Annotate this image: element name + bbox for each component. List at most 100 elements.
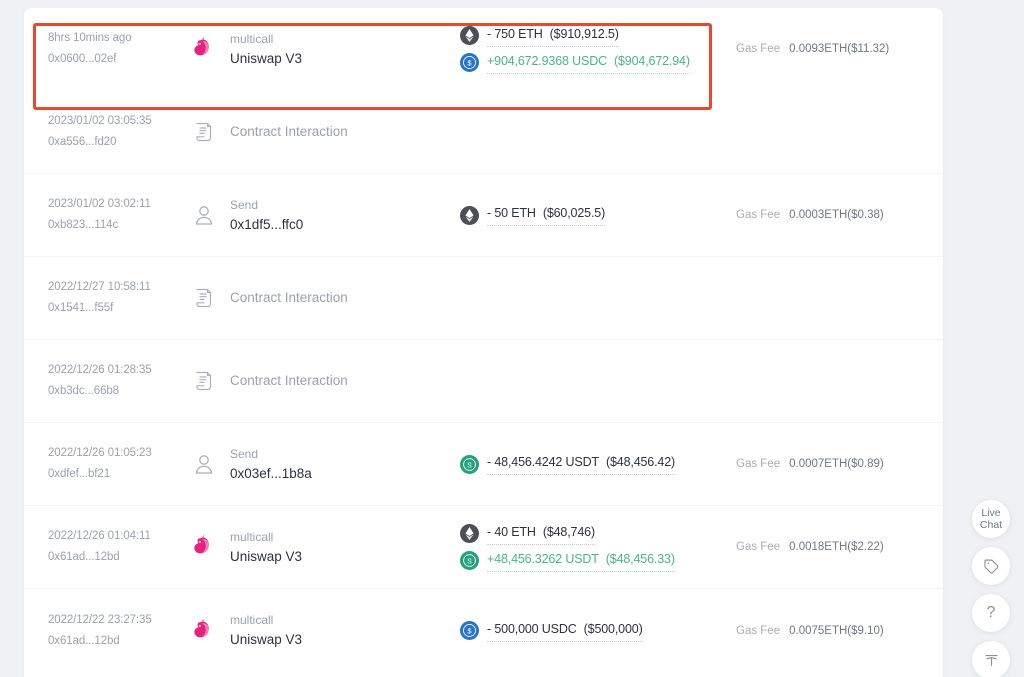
svg-text:S: S — [467, 558, 472, 566]
tx-method-column: multicall Uniswap V3 — [186, 30, 456, 69]
amount-line: S - 48,456.4242 USDT ($48,456.42) — [460, 453, 724, 475]
gas-fee-label: Gas Fee — [736, 458, 780, 470]
tx-time-column: 2022/12/26 01:28:35 0xb3dc...66b8 — [46, 360, 186, 402]
gas-fee-label: Gas Fee — [736, 209, 780, 221]
method-sub-label: Send — [230, 196, 303, 215]
amount-usd-value: ($60,025.5) — [543, 206, 605, 220]
tx-hash[interactable]: 0xdfef...bf21 — [48, 464, 186, 485]
tx-time-column: 2022/12/26 01:05:23 0xdfef...bf21 — [46, 443, 186, 485]
tx-hash[interactable]: 0xa556...fd20 — [48, 132, 186, 153]
tx-amounts-column: - 750 ETH ($910,912.5) $ +904,672.9368 US… — [456, 25, 724, 74]
amount-token-value: +48,456.3262 USDT — [487, 552, 599, 566]
tx-time-column: 2022/12/26 01:04:11 0x61ad...12bd — [46, 526, 186, 568]
table-row[interactable]: 2022/12/22 23:27:35 0x61ad...12bd multic… — [24, 589, 943, 672]
tx-amounts-column: - 40 ETH($48,746) S +48,456.3262 USDT($4… — [456, 523, 724, 572]
method-main-label: 0x1df5...ffc0 — [230, 215, 303, 235]
question-mark-icon: ? — [987, 607, 996, 619]
tx-hash[interactable]: 0xb823...114c — [48, 215, 186, 236]
tx-hash[interactable]: 0x1541...f55f — [48, 298, 186, 319]
amount-token-value: - 500,000 USDC — [487, 622, 577, 636]
uniswap-unicorn-icon — [189, 34, 219, 64]
live-chat-label-line2: Chat — [980, 519, 1002, 531]
scroll-to-top-button[interactable] — [972, 641, 1010, 677]
tx-method-column: Send 0x1df5...ffc0 — [186, 196, 456, 235]
eth-icon — [460, 524, 479, 543]
gas-fee-value: 0.0075ETH($9.10) — [789, 625, 884, 637]
tx-timestamp: 2023/01/02 03:02:11 — [48, 194, 186, 215]
live-chat-label-line1: Live — [981, 507, 1000, 519]
tx-time-column: 2023/01/02 03:05:35 0xa556...fd20 — [46, 111, 186, 153]
amount-usd-value: ($48,456.42) — [606, 455, 675, 469]
uniswap-unicorn-icon — [189, 616, 219, 646]
tx-hash[interactable]: 0x61ad...12bd — [48, 631, 186, 652]
amount-value: - 750 ETH ($910,912.5) — [487, 25, 619, 47]
tx-timestamp: 8hrs 10mins ago — [48, 28, 186, 49]
tx-method-column: Send 0x03ef...1b8a — [186, 445, 456, 484]
live-chat-button[interactable]: Live Chat — [972, 500, 1010, 538]
table-row[interactable]: 2022/12/26 01:05:23 0xdfef...bf21 Send 0… — [24, 423, 943, 506]
amount-value: - 40 ETH($48,746) — [487, 523, 595, 545]
usdc-icon: $ — [460, 53, 479, 72]
tx-time-column: 2022/12/22 23:27:35 0x61ad...12bd — [46, 610, 186, 652]
amount-token-value: - 750 ETH — [487, 27, 543, 41]
gas-fee-value: 0.0018ETH($2.22) — [789, 541, 884, 553]
tx-timestamp: 2022/12/26 01:05:23 — [48, 443, 186, 464]
method-text: multicall Uniswap V3 — [230, 611, 302, 650]
amount-value: +48,456.3262 USDT($48,456.33) — [487, 550, 675, 572]
transaction-rows: 8hrs 10mins ago 0x0600...02ef multicall … — [24, 8, 943, 672]
table-row[interactable]: 2022/12/27 10:58:11 0x1541...f55f Contra… — [24, 257, 943, 340]
amount-token-value: - 48,456.4242 USDT — [487, 455, 599, 469]
amount-line: $ - 500,000 USDC ($500,000) — [460, 620, 724, 642]
tx-timestamp: 2022/12/27 10:58:11 — [48, 277, 186, 298]
amount-token-value: - 50 ETH — [487, 206, 536, 220]
tx-gas-column: Gas Fee 0.0075ETH($9.10) — [724, 625, 921, 637]
amount-usd-value: ($500,000) — [584, 622, 643, 636]
tx-timestamp: 2022/12/26 01:28:35 — [48, 360, 186, 381]
table-row[interactable]: 2023/01/02 03:02:11 0xb823...114c Send 0… — [24, 174, 943, 257]
amount-value: - 48,456.4242 USDT ($48,456.42) — [487, 453, 675, 475]
tx-timestamp: 2022/12/26 01:04:11 — [48, 526, 186, 547]
usdt-icon: S — [460, 551, 479, 570]
usdt-icon: S — [460, 455, 479, 474]
amount-value: +904,672.9368 USDC ($904,672.94) — [487, 52, 690, 74]
tx-time-column: 2022/12/27 10:58:11 0x1541...f55f — [46, 277, 186, 319]
method-sub-label: Send — [230, 445, 312, 464]
method-sub-label: multicall — [230, 528, 302, 547]
method-label: Contract Interaction — [230, 117, 348, 147]
tx-method-column: Contract Interaction — [186, 283, 456, 313]
help-button[interactable]: ? — [972, 594, 1010, 632]
tx-hash[interactable]: 0xb3dc...66b8 — [48, 381, 186, 402]
contract-scroll-icon — [189, 283, 219, 313]
tx-timestamp: 2023/01/02 03:05:35 — [48, 111, 186, 132]
person-icon — [189, 200, 219, 230]
table-row[interactable]: 2022/12/26 01:04:11 0x61ad...12bd multic… — [24, 506, 943, 589]
tx-hash[interactable]: 0x61ad...12bd — [48, 547, 186, 568]
table-row[interactable]: 2022/12/26 01:28:35 0xb3dc...66b8 Contra… — [24, 340, 943, 423]
usdc-icon: $ — [460, 621, 479, 640]
table-row[interactable]: 2023/01/02 03:05:35 0xa556...fd20 Contra… — [24, 91, 943, 174]
tx-time-column: 2023/01/02 03:02:11 0xb823...114c — [46, 194, 186, 236]
tx-hash[interactable]: 0x0600...02ef — [48, 49, 186, 70]
amount-usd-value: ($48,746) — [543, 525, 595, 539]
transaction-list-card: 8hrs 10mins ago 0x0600...02ef multicall … — [24, 8, 943, 677]
amount-usd-value: ($904,672.94) — [614, 54, 690, 68]
amount-line: - 40 ETH($48,746) — [460, 523, 724, 545]
contract-scroll-icon — [189, 366, 219, 396]
method-text: multicall Uniswap V3 — [230, 528, 302, 567]
tag-button[interactable] — [972, 547, 1010, 585]
amount-value: - 50 ETH ($60,025.5) — [487, 204, 605, 226]
method-text: multicall Uniswap V3 — [230, 30, 302, 69]
method-label: Contract Interaction — [230, 366, 348, 396]
tx-time-column: 8hrs 10mins ago 0x0600...02ef — [46, 28, 186, 70]
amount-value: - 500,000 USDC ($500,000) — [487, 620, 643, 642]
amount-usd-value: ($910,912.5) — [550, 27, 619, 41]
amount-line: $ +904,672.9368 USDC ($904,672.94) — [460, 52, 724, 74]
gas-fee-value: 0.0003ETH($0.38) — [789, 209, 884, 221]
floating-action-rail: Live Chat ? — [972, 500, 1010, 677]
tx-gas-column: Gas Fee 0.0018ETH($2.22) — [724, 541, 921, 553]
table-row[interactable]: 8hrs 10mins ago 0x0600...02ef multicall … — [24, 8, 943, 91]
tag-icon — [983, 558, 1000, 575]
tx-amounts-column: S - 48,456.4242 USDT ($48,456.42) — [456, 453, 724, 475]
amount-token-value: +904,672.9368 USDC — [487, 54, 607, 68]
uniswap-unicorn-icon — [189, 532, 219, 562]
